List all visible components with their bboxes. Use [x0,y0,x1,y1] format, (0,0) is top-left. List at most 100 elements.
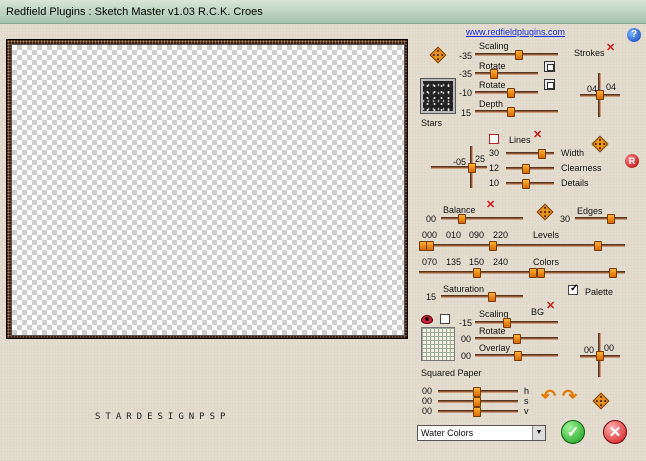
saturation-hsv-slider-thumb[interactable] [473,397,481,407]
bg-overlay-slider-thumb[interactable] [514,351,522,361]
title-bar: Redfield Plugins : Sketch Master v1.03 R… [0,0,646,24]
hue-value: 00 [422,386,433,396]
levels-value-2: 090 [469,230,485,240]
stroke-texture-thumbnail[interactable] [420,78,456,114]
edges-label: Edges [577,206,603,216]
value-hsv-slider-thumb[interactable] [473,407,481,417]
balance-reset-x-icon[interactable]: ✕ [486,200,495,211]
rotate-mode-toggle-icon[interactable] [544,61,555,72]
levels-value-0: 000 [422,230,438,240]
reset-all-icon[interactable]: R [625,154,639,168]
bg-scaling-value: -15 [459,318,473,328]
colors-value-1: 135 [446,257,462,267]
bg-rotate-label: Rotate [479,326,506,336]
lines-pad-thumb[interactable] [468,163,476,173]
hue-slider-thumb[interactable] [473,387,481,397]
bg-rotate-slider-thumb[interactable] [513,334,521,344]
strokes-reset-x-icon[interactable]: ✕ [606,43,615,54]
stroke-scaling-slider-thumb[interactable] [515,50,523,60]
stroke-depth-value: 15 [461,108,472,118]
lines-details-slider-thumb[interactable] [522,179,530,189]
randomize-balance-dice-icon[interactable] [536,203,554,221]
randomize-strokes-dice-icon[interactable] [429,46,447,64]
lines-width-slider-thumb[interactable] [538,149,546,159]
stroke-rotate-slider-thumb[interactable] [490,69,498,79]
lines-label: Lines [509,135,531,145]
stroke-scaling-value: -35 [459,51,473,61]
bg-rotate-value: 00 [461,334,472,344]
mode-select-value: Water Colors [421,428,474,438]
strokes-pad-thumb[interactable] [596,90,604,100]
bg-visibility-eye-icon[interactable] [421,315,433,324]
lines-details-label: Details [561,178,589,188]
levels-label: Levels [533,230,560,240]
stroke-rotate-value: -35 [459,69,473,79]
colors-value-0: 070 [422,257,438,267]
bg-reset-x-icon[interactable]: ✕ [546,301,555,312]
colors-thumb-2[interactable] [537,268,545,278]
preview-frame [6,39,408,339]
help-icon[interactable]: ? [627,28,641,42]
ok-button[interactable]: ✓ [561,420,585,444]
colors-thumb-0[interactable] [473,268,481,278]
lines-width-label: Width [561,148,585,158]
colors-thumb-1[interactable] [529,268,537,278]
saturation-hsv-value: 00 [422,396,433,406]
lines-details-value: 10 [489,178,500,188]
colors-track[interactable] [419,271,625,274]
balance-slider-thumb[interactable] [458,214,466,224]
website-link[interactable]: www.redfieldplugins.com [466,27,565,37]
stroke-rotate-track[interactable] [475,72,538,75]
bg-overlay-label: Overlay [479,343,511,353]
undo-arrow-icon[interactable]: ↶ [541,386,556,407]
levels-thumb-3[interactable] [594,241,602,251]
value-hsv-value: 00 [422,406,433,416]
balance-value: 00 [426,214,437,224]
stroke-scaling-label: Scaling [479,41,509,51]
strokes-group-label: Strokes [574,48,605,58]
cancel-button[interactable]: ✕ [603,420,627,444]
colors-value-3: 240 [493,257,509,267]
saturation-slider-thumb[interactable] [488,292,496,302]
bg-pad-thumb[interactable] [596,351,604,361]
lines-width-track[interactable] [506,152,554,155]
palette-checkbox[interactable]: ✓ [568,283,578,295]
window-title: Redfield Plugins : Sketch Master v1.03 R… [6,6,263,18]
randomize-color-dice-icon[interactable] [592,392,610,410]
stroke-rotate2-label: Rotate [479,80,506,90]
saturation-track[interactable] [441,295,523,298]
stroke-depth-track[interactable] [475,110,558,113]
lines-clearness-label: Clearness [561,163,602,173]
bg-texture-thumbnail[interactable] [421,327,455,361]
stroke-depth-label: Depth [479,99,504,109]
chevron-down-icon[interactable]: ▼ [532,426,545,440]
saturation-value: 15 [426,292,437,302]
stroke-texture-label: Stars [421,118,443,128]
levels-thumb-2[interactable] [489,241,497,251]
strokes-pad-y-value: 04 [606,82,617,92]
redo-arrow-icon[interactable]: ↷ [562,386,577,407]
bg-checkbox[interactable] [440,314,450,324]
rotate2-mode-toggle-icon[interactable] [544,79,555,90]
bg-scaling-track[interactable] [475,321,558,324]
bg-pad-x-value: 00 [584,345,595,355]
randomize-lines-dice-icon[interactable] [591,135,609,153]
balance-track[interactable] [441,217,523,220]
lines-checkbox[interactable] [489,134,499,144]
colors-thumb-3[interactable] [609,268,617,278]
lines-reset-x-icon[interactable]: ✕ [533,130,542,141]
lines-details-track[interactable] [506,182,554,185]
lines-clearness-track[interactable] [506,167,554,170]
watermark-text: STARDESIGNPSP [95,412,231,422]
mode-select[interactable]: Water Colors ▼ [417,425,546,441]
stroke-rotate2-slider-thumb[interactable] [507,88,515,98]
bg-pad-y-value: 00 [604,343,615,353]
edges-slider-thumb[interactable] [607,214,615,224]
stroke-depth-slider-thumb[interactable] [507,107,515,117]
preview-canvas [11,44,405,336]
levels-thumb-1[interactable] [426,241,434,251]
lines-clearness-value: 12 [489,163,500,173]
lines-clearness-slider-thumb[interactable] [522,164,530,174]
edges-track[interactable] [575,217,627,220]
colors-label: Colors [533,257,560,267]
